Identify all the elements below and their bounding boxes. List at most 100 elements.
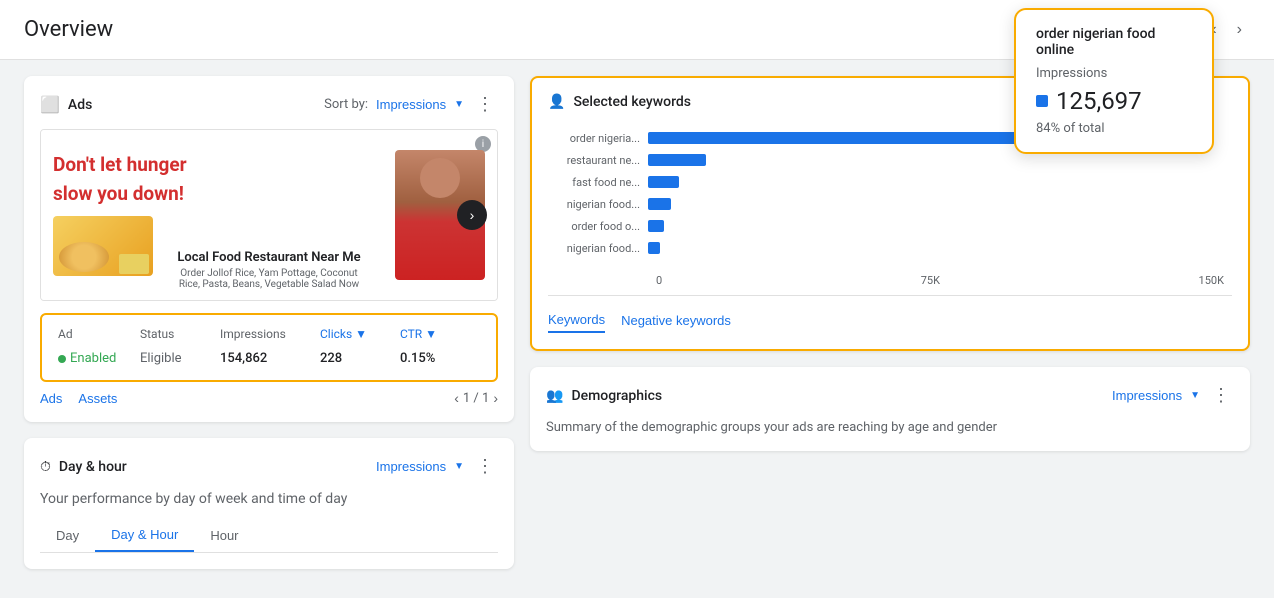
negative-keywords-tab[interactable]: Negative keywords	[621, 308, 731, 333]
ad-center-info: Local Food Restaurant Near Me Order Joll…	[169, 250, 369, 290]
ads-card-controls: Sort by: Impressions ▼ ⋮	[324, 92, 498, 117]
assets-link-button[interactable]: Assets	[78, 391, 117, 406]
ad-links-row: Ads Assets ‹ 1 / 1 ›	[40, 382, 498, 406]
day-hour-title-text: Day & hour	[59, 459, 127, 475]
chart-bar-container	[648, 240, 1232, 256]
next-arrow[interactable]: ›	[1229, 17, 1250, 43]
ads-card-header: ⬜ Ads Sort by: Impressions ▼ ⋮	[40, 92, 498, 117]
day-hour-sort-caret: ▼	[454, 461, 464, 472]
tab-day[interactable]: Day	[40, 519, 95, 552]
keywords-title: 👤 Selected keywords	[548, 94, 691, 110]
ctr-value: 0.15%	[400, 351, 480, 366]
chart-bar	[648, 154, 706, 166]
ads-icon: ⬜	[40, 95, 60, 114]
ad-preview: i Don't let hunger slow you down!	[40, 129, 498, 301]
ads-card: ⬜ Ads Sort by: Impressions ▼ ⋮ i Don't l…	[24, 76, 514, 422]
tab-day-hour[interactable]: Day & Hour	[95, 519, 194, 552]
demographics-icon: 👥	[546, 388, 563, 404]
day-hour-card: ⏱ Day & hour Impressions ▼ ⋮ Your perfor…	[24, 438, 514, 569]
prev-page-button[interactable]: ‹	[454, 390, 459, 406]
sort-select[interactable]: Impressions	[376, 97, 446, 112]
day-hour-sort[interactable]: Impressions	[376, 459, 446, 474]
demographics-description: Summary of the demographic groups your a…	[546, 420, 1234, 435]
chart-row: nigerian food...	[548, 196, 1232, 212]
keywords-tabs: Keywords Negative keywords	[548, 295, 1232, 333]
demographics-title-text: Demographics	[571, 388, 662, 404]
demographics-title: 👥 Demographics	[546, 388, 662, 404]
chart-bar	[648, 198, 671, 210]
ad-person-head	[420, 158, 460, 198]
day-hour-controls: Impressions ▼ ⋮	[376, 454, 498, 479]
ad-headline-line1: Don't let hunger	[53, 154, 187, 177]
chart-row: fast food ne...	[548, 174, 1232, 190]
ads-link-button[interactable]: Ads	[40, 391, 62, 406]
chart-bar	[648, 220, 664, 232]
ad-preview-inner: i Don't let hunger slow you down!	[41, 130, 497, 300]
chart-row-label: nigerian food...	[548, 198, 648, 211]
chart-row-label: nigerian food...	[548, 242, 648, 255]
demographics-sort[interactable]: Impressions	[1112, 388, 1182, 403]
day-hour-title: ⏱ Day & hour	[40, 459, 127, 475]
ad-body: Order Jollof Rice, Yam Pottage, Coconut …	[169, 268, 369, 290]
ad-link-buttons: Ads Assets	[40, 391, 117, 406]
day-hour-icon: ⏱	[40, 459, 51, 475]
col-ctr: CTR ▼	[400, 327, 480, 341]
tab-hour[interactable]: Hour	[194, 519, 254, 552]
day-hour-more-button[interactable]: ⋮	[472, 454, 498, 479]
ad-headline-line2: slow you down!	[53, 183, 184, 206]
demographics-sort-caret: ▼	[1190, 390, 1200, 401]
ad-enabled-text: Enabled	[70, 351, 116, 366]
page-title: Overview	[24, 17, 113, 42]
chart-bar-container	[648, 196, 1232, 212]
ads-more-button[interactable]: ⋮	[472, 92, 498, 117]
sort-label: Sort by:	[324, 97, 368, 112]
ad-food-image	[53, 216, 153, 276]
chart-row-label: restaurant ne...	[548, 154, 648, 167]
next-page-button[interactable]: ›	[493, 390, 498, 406]
chart-row-label: order nigeria...	[548, 132, 648, 145]
ads-table-row: Enabled Eligible 154,862 228 0.15%	[50, 345, 488, 372]
keywords-title-text: Selected keywords	[573, 94, 691, 110]
ads-pagination: ‹ 1 / 1 ›	[454, 390, 498, 406]
x-axis-150k: 150K	[1199, 274, 1224, 287]
chart-x-axis: 0 75K 150K	[548, 274, 1232, 287]
ad-status-indicator: Enabled	[58, 351, 140, 366]
x-axis-0: 0	[656, 274, 662, 287]
ad-next-button[interactable]: ›	[457, 200, 487, 230]
chart-bar-container	[648, 218, 1232, 234]
tooltip-color-indicator	[1036, 95, 1048, 107]
keywords-icon: 👤	[548, 94, 565, 110]
ads-table: Ad Status Impressions Clicks ▼ CTR ▼ Ena…	[40, 313, 498, 382]
tooltip-impressions-value: 125,697	[1056, 87, 1142, 115]
time-tabs: Day Day & Hour Hour	[40, 519, 498, 553]
chart-row-label: fast food ne...	[548, 176, 648, 189]
day-hour-header: ⏱ Day & hour Impressions ▼ ⋮	[40, 454, 498, 479]
status-dot	[58, 355, 66, 363]
col-ad: Ad	[58, 327, 140, 341]
tooltip-value-row: 125,697	[1036, 87, 1192, 115]
page-indicator: 1 / 1	[463, 391, 489, 406]
x-axis-75k: 75K	[921, 274, 940, 287]
demographics-card: 👥 Demographics Impressions ▼ ⋮ Summary o…	[530, 367, 1250, 451]
impressions-value: 154,862	[220, 351, 320, 366]
ads-table-header: Ad Status Impressions Clicks ▼ CTR ▼	[50, 323, 488, 345]
chart-bar	[648, 176, 679, 188]
ads-card-title: ⬜ Ads	[40, 95, 92, 114]
day-hour-description: Your performance by day of week and time…	[40, 491, 498, 507]
col-status: Status	[140, 327, 220, 341]
left-column: ⬜ Ads Sort by: Impressions ▼ ⋮ i Don't l…	[24, 76, 514, 569]
tooltip-keyword-text: order nigerian food online	[1036, 26, 1192, 58]
chart-row: restaurant ne...	[548, 152, 1232, 168]
demographics-header: 👥 Demographics Impressions ▼ ⋮	[546, 383, 1234, 408]
tooltip-percent: 84% of total	[1036, 121, 1192, 136]
keywords-tab[interactable]: Keywords	[548, 308, 605, 333]
chart-bar-container	[648, 174, 1232, 190]
col-clicks: Clicks ▼	[320, 327, 400, 341]
chart-row: nigerian food...	[548, 240, 1232, 256]
demographics-controls: Impressions ▼ ⋮	[1112, 383, 1234, 408]
chart-row-label: order food o...	[548, 220, 648, 233]
ad-title: Local Food Restaurant Near Me	[169, 250, 369, 265]
ads-title-text: Ads	[68, 97, 92, 113]
demographics-more-button[interactable]: ⋮	[1208, 383, 1234, 408]
ad-burger	[59, 242, 109, 272]
